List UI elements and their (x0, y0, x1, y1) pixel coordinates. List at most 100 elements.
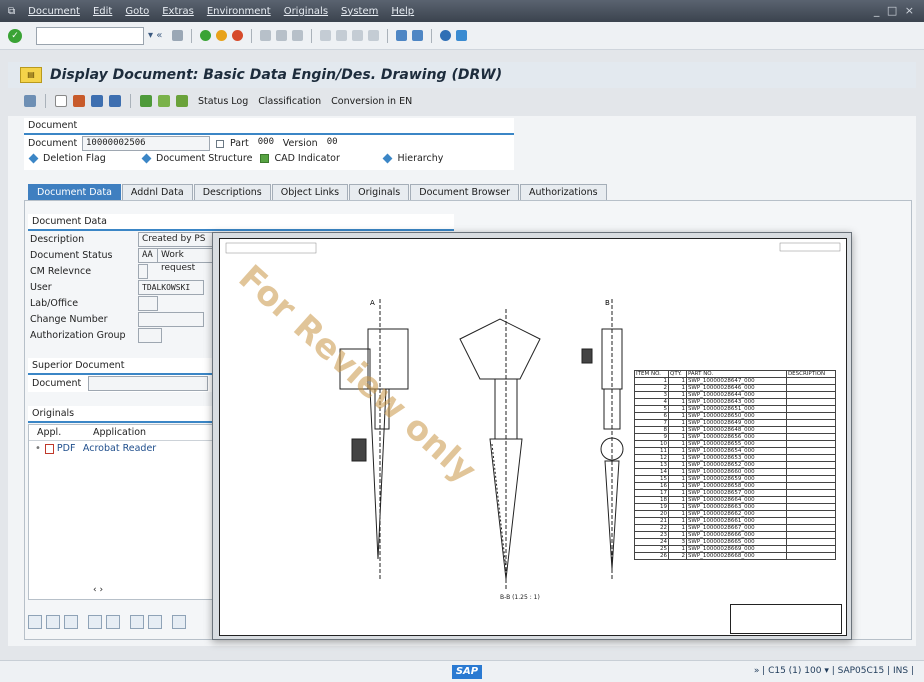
window-controls[interactable]: _ □ × (874, 4, 916, 17)
display-original-icon[interactable] (28, 615, 42, 629)
create-icon[interactable] (55, 95, 67, 107)
tab-originals[interactable]: Originals (349, 184, 410, 200)
change-number-field[interactable] (138, 312, 204, 327)
menu-help[interactable]: Help (391, 6, 414, 17)
description-field[interactable]: Created by PS (138, 232, 218, 247)
enter-check-icon[interactable]: ✓ (8, 28, 22, 43)
menu-originals[interactable]: Originals (284, 6, 328, 17)
bom-item: 16 (633, 482, 670, 490)
bom-qty: 1 (668, 440, 687, 448)
tree-scroll-arrows[interactable]: ‹ › (93, 585, 103, 595)
system-info[interactable]: » | C15 (1) 100 ▾ | SAP05C15 | INS | (754, 666, 914, 676)
status-code-field[interactable]: AA (138, 248, 158, 263)
bom-item: 18 (633, 496, 670, 504)
status-log-button[interactable]: Status Log (198, 96, 248, 107)
find-document-icon[interactable] (109, 95, 121, 107)
sap-menu-icon[interactable]: ⧉ (8, 6, 15, 17)
bom-part: SWP_10000028661_000 (685, 517, 787, 525)
tab-descriptions[interactable]: Descriptions (193, 184, 271, 200)
menu-document[interactable]: Document (28, 6, 80, 17)
part-field[interactable]: 000 (254, 136, 277, 151)
print-original-icon[interactable] (64, 615, 78, 629)
find-next-icon[interactable] (292, 30, 304, 41)
last-page-icon[interactable] (368, 30, 380, 41)
hierarchy-label: Hierarchy (397, 153, 444, 164)
document-structure-label: Document Structure (156, 153, 253, 164)
bom-desc (785, 552, 837, 560)
bom-qty: 1 (668, 545, 687, 553)
lab-office-field[interactable] (138, 296, 158, 311)
cm-relevance-field[interactable] (138, 264, 148, 279)
edit-icon[interactable] (91, 95, 103, 107)
bom-qty: 1 (668, 510, 687, 518)
bom-item: 22 (633, 524, 670, 532)
menu-environment[interactable]: Environment (207, 6, 271, 17)
bom-part: SWP_10000028664_000 (685, 496, 787, 504)
print-icon[interactable] (260, 30, 272, 41)
list-item[interactable]: • PDF Acrobat Reader (29, 441, 213, 456)
new-session-icon[interactable] (396, 30, 408, 41)
next-page-icon[interactable] (352, 30, 364, 41)
shortcut-icon[interactable] (412, 30, 424, 41)
bom-qty: 1 (668, 489, 687, 497)
conversion-button[interactable]: Conversion in EN (331, 96, 412, 107)
document-icon: ▤ (20, 67, 42, 83)
bom-desc (785, 377, 837, 385)
user-field[interactable]: TDALKOWSKI (138, 280, 204, 295)
table-row: 16 1 SWP_10000028658_000 (633, 482, 837, 490)
menu-extras[interactable]: Extras (162, 6, 194, 17)
menu-goto[interactable]: Goto (125, 6, 149, 17)
first-page-icon[interactable] (320, 30, 332, 41)
command-dropdown-icon[interactable]: ▾ « (148, 30, 162, 41)
open-original-icon[interactable] (106, 615, 120, 629)
tab-addnl-data[interactable]: Addnl Data (121, 184, 193, 200)
bom-desc (785, 461, 837, 469)
save-icon[interactable] (172, 30, 184, 41)
superior-document-field[interactable] (88, 376, 208, 391)
svg-text:A: A (370, 299, 375, 307)
lab-office-label: Lab/Office (30, 298, 79, 309)
checkout-icon[interactable] (148, 615, 162, 629)
drawing-viewer[interactable]: A B ITEM NO. QTY. PART NO. DESCRIPTION 1… (212, 232, 852, 640)
menu-system[interactable]: System (341, 6, 378, 17)
delete-original-icon[interactable] (172, 615, 186, 629)
help-icon[interactable] (440, 30, 452, 41)
lab-row: Lab/Office (30, 296, 158, 311)
new-original-icon[interactable] (88, 615, 102, 629)
menu-edit[interactable]: Edit (93, 6, 112, 17)
back-icon[interactable] (200, 30, 212, 41)
originals-tree: Appl. Application • PDF Acrobat Reader ‹… (28, 424, 214, 600)
tab-document-data[interactable]: Document Data (28, 184, 121, 200)
bom-item: 17 (633, 489, 670, 497)
bom-part: SWP_10000028662_000 (685, 510, 787, 518)
layout-icon[interactable] (456, 30, 468, 41)
command-field[interactable] (36, 26, 144, 45)
checkbox-icon[interactable] (216, 139, 224, 148)
tab-authorizations[interactable]: Authorizations (519, 184, 607, 200)
cancel-icon[interactable] (232, 30, 244, 41)
version-field[interactable]: 00 (323, 136, 342, 151)
structure-icon[interactable] (158, 95, 170, 107)
classification-button[interactable]: Classification (258, 96, 321, 107)
view-original-icon[interactable] (140, 95, 152, 107)
bullet-icon: • (35, 443, 41, 454)
edit-original-icon[interactable] (46, 615, 60, 629)
hierarchy-icon[interactable] (176, 95, 188, 107)
table-row: 1 1 SWP_10000028647_000 (633, 377, 837, 385)
bom-desc (785, 419, 837, 427)
bom-part: SWP_10000028663_000 (685, 503, 787, 511)
prev-page-icon[interactable] (336, 30, 348, 41)
copy-icon[interactable] (73, 95, 85, 107)
authorization-group-field[interactable] (138, 328, 162, 343)
display-change-icon[interactable] (24, 95, 36, 107)
tab-document-browser[interactable]: Document Browser (410, 184, 519, 200)
hierarchy-icon (382, 153, 393, 164)
checkin-icon[interactable] (130, 615, 144, 629)
document-number-field[interactable]: 10000002506 (82, 136, 210, 151)
bom-desc (785, 503, 837, 511)
find-icon[interactable] (276, 30, 288, 41)
bom-qty: 1 (668, 433, 687, 441)
table-row: 23 1 SWP_10000028666_000 (633, 531, 837, 539)
tab-object-links[interactable]: Object Links (271, 184, 349, 200)
exit-icon[interactable] (216, 30, 228, 41)
